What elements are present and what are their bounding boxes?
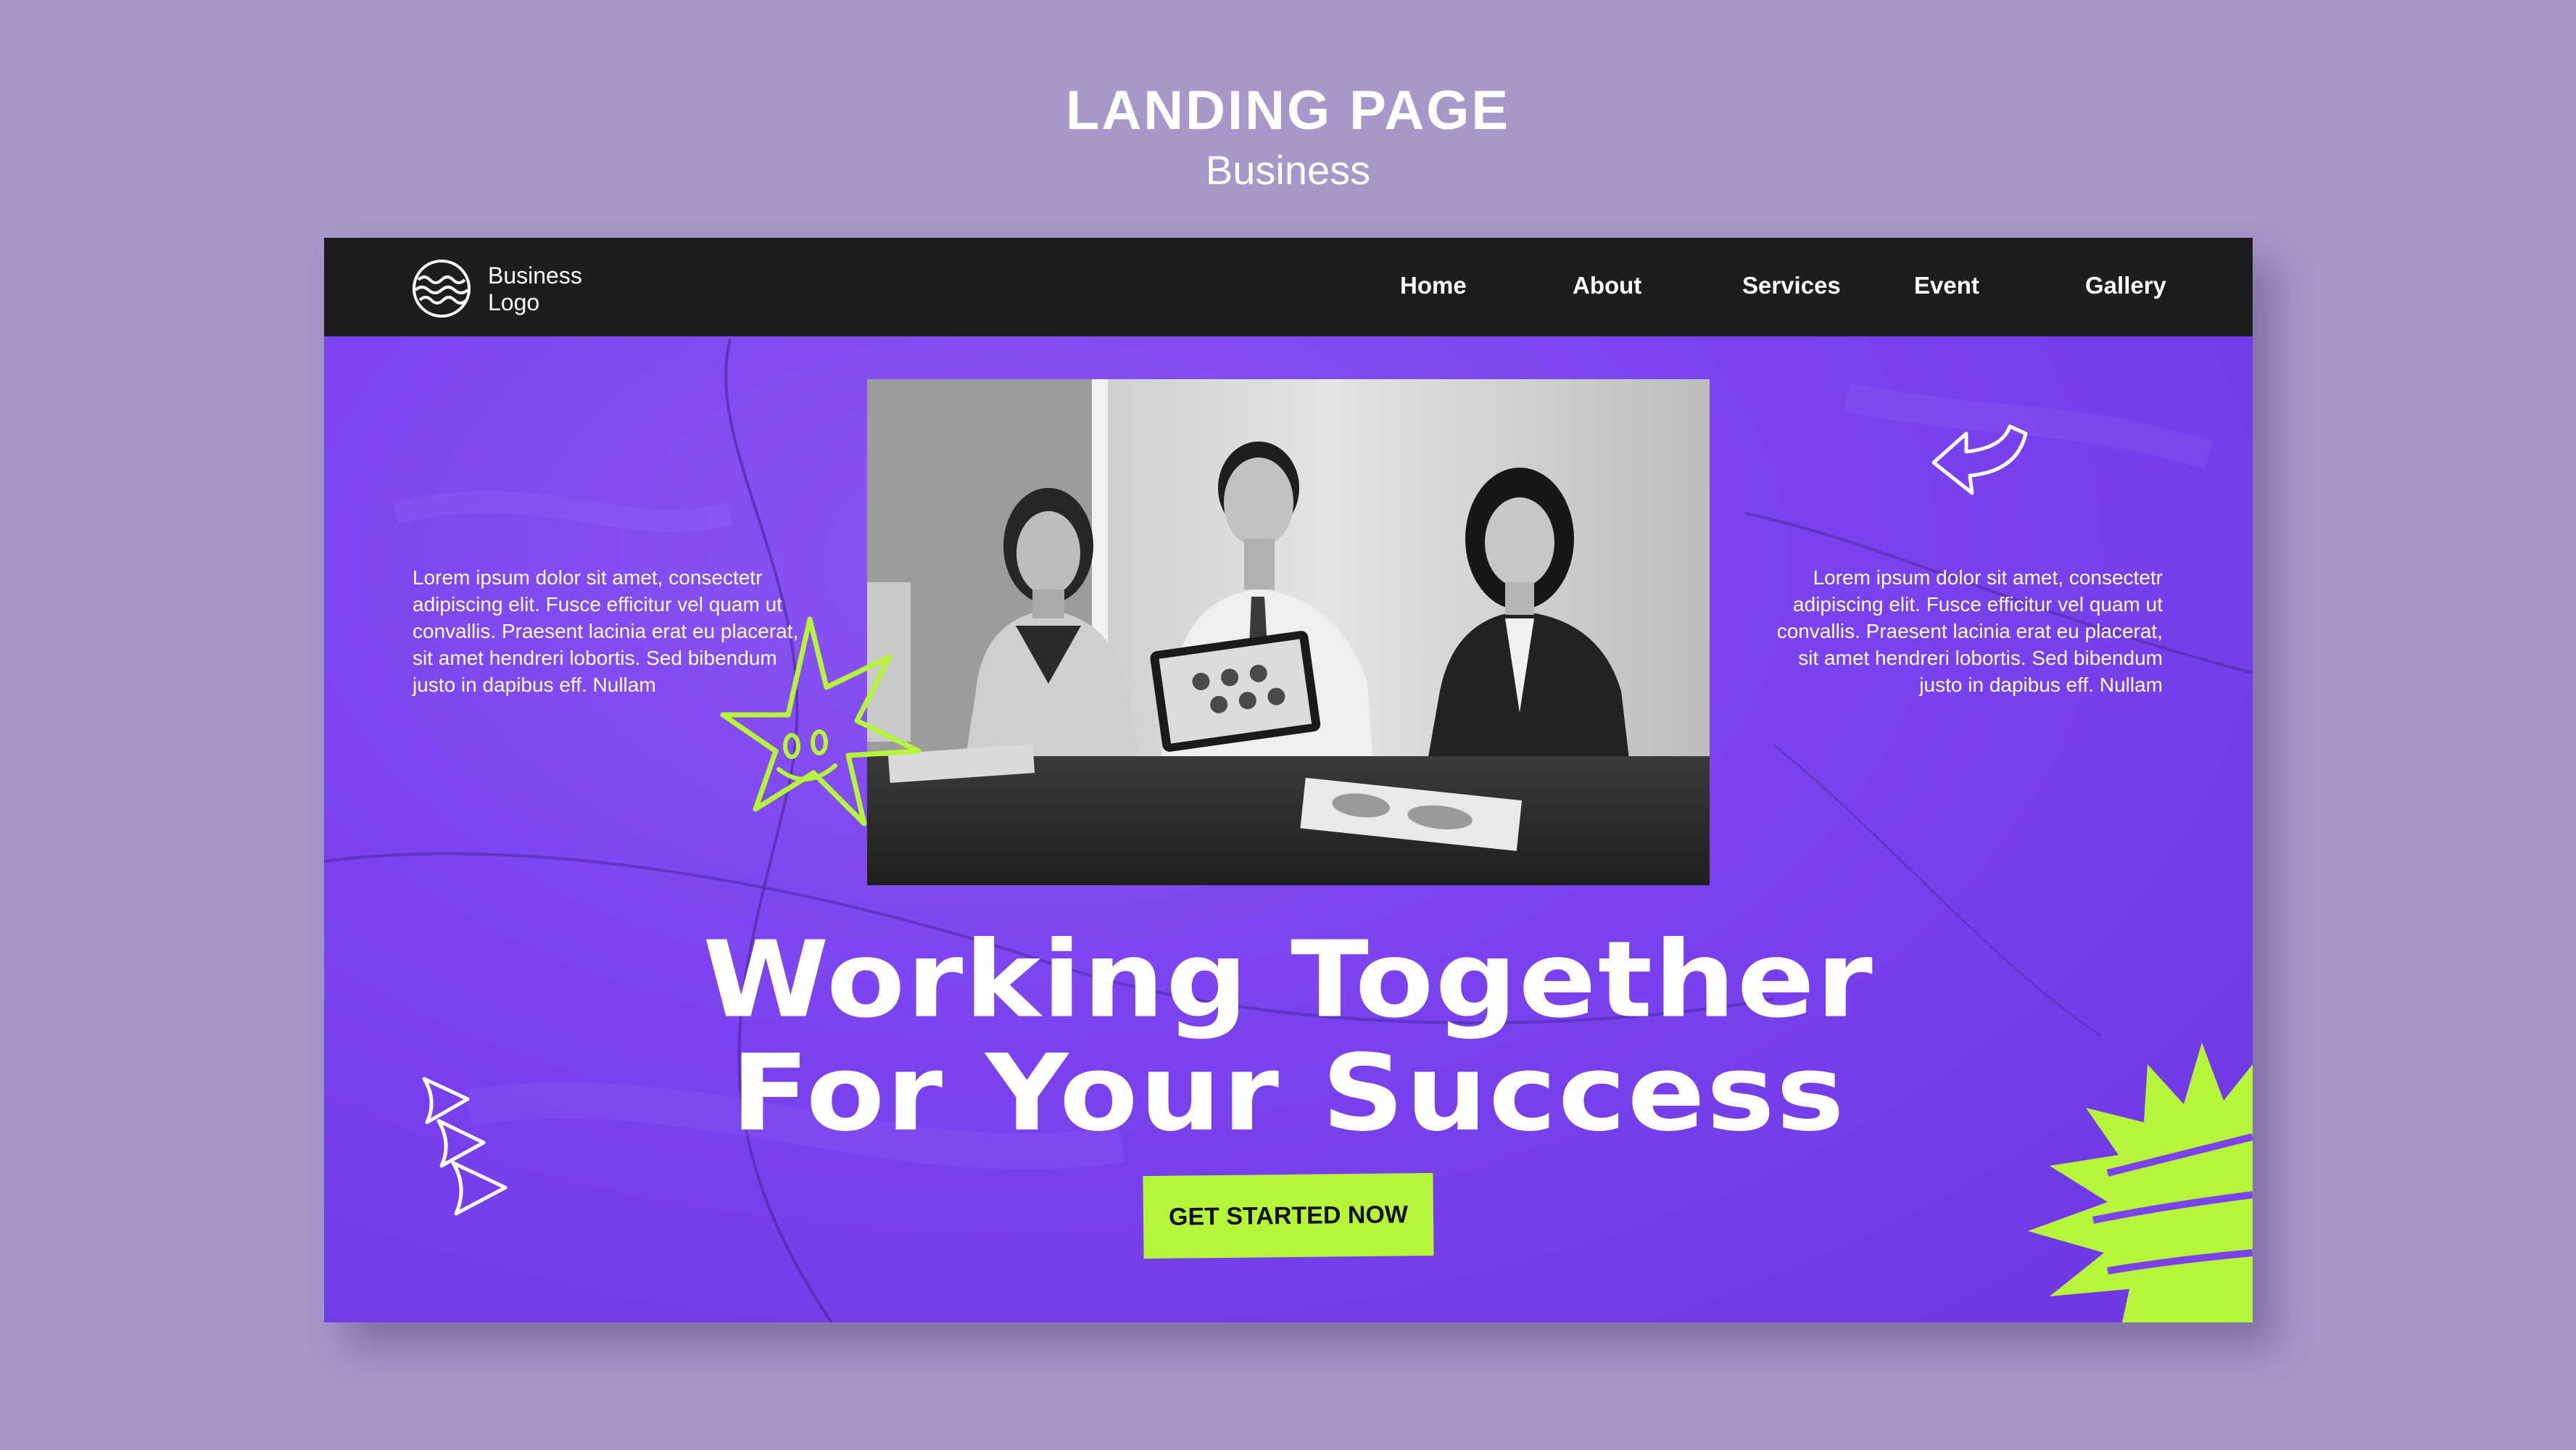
landing-page-title: LANDING PAGE [1065, 80, 1511, 141]
headline-line-1: Working Together [703, 919, 1874, 1042]
top-navigation-bar: Business Logo Home About Services Event … [324, 238, 2253, 336]
curved-arrow-icon [1931, 424, 2028, 495]
wavy-circle-logo-icon [413, 260, 471, 318]
nav-item-gallery[interactable]: Gallery [2085, 271, 2166, 300]
right-description-text: Lorem ipsum dolor sit amet, consectetr a… [1776, 566, 2163, 696]
hero-team-photo [867, 379, 1710, 885]
logo-text-line2: Logo [488, 289, 540, 315]
nav-item-about[interactable]: About [1573, 271, 1641, 300]
hero-headline: Working Together For Your Success [324, 924, 2253, 1151]
logo-text: Business Logo [488, 262, 662, 316]
landing-page-subtitle: Business [1205, 147, 1371, 193]
business-logo[interactable]: Business Logo [411, 255, 658, 320]
nav-item-services[interactable]: Services [1742, 271, 1841, 300]
headline-line-2: For Your Success [731, 1032, 1846, 1155]
smiley-star-icon [720, 616, 922, 826]
nav-item-event[interactable]: Event [1914, 271, 1979, 300]
get-started-button[interactable]: GET STARTED NOW [1143, 1172, 1434, 1259]
team-photo-illustration [867, 379, 1710, 885]
logo-text-line1: Business [488, 262, 582, 289]
nav-item-home[interactable]: Home [1400, 271, 1467, 300]
landing-page-mockup: Business Logo Home About Services Event … [324, 238, 2253, 1322]
